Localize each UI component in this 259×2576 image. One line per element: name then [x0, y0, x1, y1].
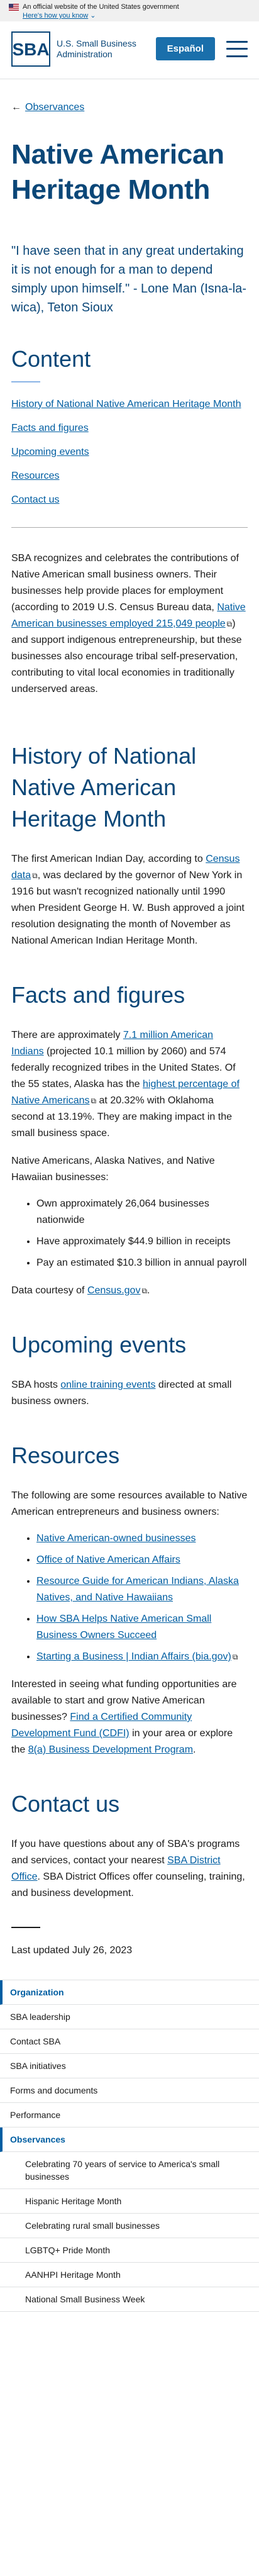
chevron-down-icon: ⌄: [90, 12, 96, 20]
census-gov-link[interactable]: Census.gov: [87, 1285, 141, 1296]
list-item: Pay an estimated $10.3 billion in annual…: [36, 1255, 248, 1271]
logo-line-1: U.S. Small Business: [57, 38, 136, 48]
list-item: Starting a Business | Indian Affairs (bi…: [36, 1649, 248, 1665]
gov-banner-text: An official website of the United States…: [23, 3, 179, 11]
sidenav-subitem-70-years[interactable]: Celebrating 70 years of service to Ameri…: [0, 2152, 259, 2189]
gov-banner: An official website of the United States…: [0, 0, 259, 21]
external-link-icon: ⧉: [32, 871, 38, 880]
funding-text-3: .: [193, 1744, 196, 1755]
toc-link-upcoming[interactable]: Upcoming events: [11, 447, 89, 457]
history-text-2: , was declared by the governor of New Yo…: [11, 870, 245, 946]
toc-item: History of National Native American Heri…: [11, 396, 248, 413]
logo-text: U.S. Small Business Administration: [57, 38, 136, 60]
logo-line-2: Administration: [57, 48, 113, 59]
courtesy-text: Data courtesy of: [11, 1285, 87, 1296]
us-flag-icon: [9, 3, 19, 11]
sidenav-subitem-small-business-week[interactable]: National Small Business Week: [0, 2287, 259, 2312]
resource-link-how-sba-helps[interactable]: How SBA Helps Native American Small Busi…: [36, 1614, 211, 1641]
facts-paragraph: There are approximately 7.1 million Amer…: [11, 1027, 248, 1142]
divider: [11, 527, 248, 528]
side-navigation: Organization SBA leadership Contact SBA …: [0, 1980, 259, 2312]
8a-program-link[interactable]: 8(a) Business Development Program: [28, 1744, 193, 1755]
sidenav-sublist: Celebrating 70 years of service to Ameri…: [0, 2152, 259, 2312]
resources-list: Native American-owned businesses Office …: [11, 1531, 248, 1665]
sidenav-item-organization[interactable]: Organization: [0, 1980, 259, 2005]
history-heading: History of National Native American Heri…: [11, 743, 197, 832]
sidenav-item-contact[interactable]: Contact SBA: [0, 2029, 259, 2054]
intro-text-1: SBA recognizes and celebrates the contri…: [11, 553, 239, 613]
external-link-icon: ⧉: [232, 1653, 238, 1661]
resource-link-onaa[interactable]: Office of Native American Affairs: [36, 1554, 180, 1565]
sidenav-item-leadership[interactable]: SBA leadership: [0, 2005, 259, 2029]
toc-link-contact[interactable]: Contact us: [11, 494, 59, 505]
list-item: Have approximately $44.9 billion in rece…: [36, 1234, 248, 1250]
menu-icon[interactable]: [226, 40, 248, 57]
toc-link-facts[interactable]: Facts and figures: [11, 423, 89, 433]
sidenav-subitem-rural[interactable]: Celebrating rural small businesses: [0, 2214, 259, 2238]
sidenav-item-observances[interactable]: Observances: [0, 2127, 259, 2152]
breadcrumb: ← Observances: [11, 79, 248, 113]
contact-heading: Contact us: [11, 1791, 120, 1817]
list-item: Native American-owned businesses: [36, 1531, 248, 1547]
contact-text-2: . SBA District Offices offer counseling,…: [11, 1871, 245, 1899]
list-item: Resource Guide for American Indians, Ala…: [36, 1573, 248, 1606]
list-item: Own approximately 26,064 businesses nati…: [36, 1196, 248, 1229]
resource-link-bia[interactable]: Starting a Business | Indian Affairs (bi…: [36, 1651, 231, 1662]
facts-intro-2: Native Americans, Alaska Natives, and Na…: [11, 1156, 215, 1183]
external-link-icon: ⧉: [141, 1286, 148, 1295]
intro-text-2: ) and support indigenous entrepreneurshi…: [11, 618, 242, 694]
resource-link-owned-businesses[interactable]: Native American-owned businesses: [36, 1533, 196, 1544]
toc-link-resources[interactable]: Resources: [11, 471, 59, 481]
funding-paragraph: Interested in seeing what funding opport…: [11, 1676, 248, 1758]
contact-paragraph: If you have questions about any of SBA's…: [11, 1836, 248, 1902]
toc-item: Resources: [11, 468, 248, 484]
sba-logo-link[interactable]: SBA U.S. Small Business Administration: [11, 31, 136, 67]
resource-link-guide[interactable]: Resource Guide for American Indians, Ala…: [36, 1576, 239, 1603]
how-you-know-label: Here's how you know: [23, 12, 89, 20]
resources-intro: The following are some resources availab…: [11, 1490, 248, 1517]
breadcrumb-observances-link[interactable]: Observances: [25, 102, 84, 113]
history-paragraph: The first American Indian Day, according…: [11, 851, 248, 949]
updated-rule: [11, 1927, 40, 1928]
external-link-icon: ⧉: [226, 620, 233, 628]
sidenav-subitem-hispanic[interactable]: Hispanic Heritage Month: [0, 2189, 259, 2214]
facts-text-1: There are approximately: [11, 1030, 123, 1040]
page-quote: "I have seen that in any great undertaki…: [11, 244, 246, 315]
training-events-link[interactable]: online training events: [60, 1380, 155, 1390]
arrow-left-icon: ←: [11, 102, 21, 113]
logo-mark-text: SBA: [12, 40, 49, 59]
courtesy-paragraph: Data courtesy of Census.gov ⧉.: [11, 1283, 248, 1299]
toc-item: Upcoming events: [11, 444, 248, 460]
sidenav-subitem-aanhpi[interactable]: AANHPI Heritage Month: [0, 2263, 259, 2287]
upcoming-text-1: SBA hosts: [11, 1380, 61, 1390]
toc-rule: [11, 381, 40, 382]
history-text-1: The first American Indian Day, according…: [11, 854, 206, 864]
sidenav-item-initiatives[interactable]: SBA initiatives: [0, 2054, 259, 2078]
facts-list: Own approximately 26,064 businesses nati…: [11, 1196, 248, 1271]
external-link-icon: ⧉: [91, 1096, 97, 1105]
intro-paragraph: SBA recognizes and celebrates the contri…: [11, 550, 248, 698]
courtesy-end: .: [147, 1285, 150, 1296]
espanol-button[interactable]: Español: [155, 37, 215, 60]
toc-title: Content: [11, 346, 91, 372]
toc-list: History of National Native American Heri…: [11, 396, 248, 508]
toc-item: Facts and figures: [11, 420, 248, 437]
upcoming-heading: Upcoming events: [11, 1332, 187, 1358]
list-item: Office of Native American Affairs: [36, 1552, 248, 1568]
toc-link-history[interactable]: History of National Native American Heri…: [11, 399, 241, 410]
sidenav-subitem-pride[interactable]: LGBTQ+ Pride Month: [0, 2238, 259, 2263]
sidenav-item-forms[interactable]: Forms and documents: [0, 2078, 259, 2103]
toc-item: Contact us: [11, 492, 248, 508]
sidenav-item-performance[interactable]: Performance: [0, 2103, 259, 2127]
main-content: ← Observances Native American Heritage M…: [0, 79, 259, 1958]
sba-logo-icon: SBA: [11, 31, 50, 67]
resources-heading: Resources: [11, 1442, 120, 1468]
facts-heading: Facts and figures: [11, 982, 185, 1008]
how-you-know-link[interactable]: Here's how you know ⌄: [23, 11, 250, 20]
upcoming-paragraph: SBA hosts online training events directe…: [11, 1377, 248, 1410]
list-item: How SBA Helps Native American Small Busi…: [36, 1611, 248, 1644]
site-header: SBA U.S. Small Business Administration E…: [0, 21, 259, 79]
last-updated: Last updated July 26, 2023: [11, 1945, 133, 1956]
page-title: Native American Heritage Month: [11, 139, 224, 205]
